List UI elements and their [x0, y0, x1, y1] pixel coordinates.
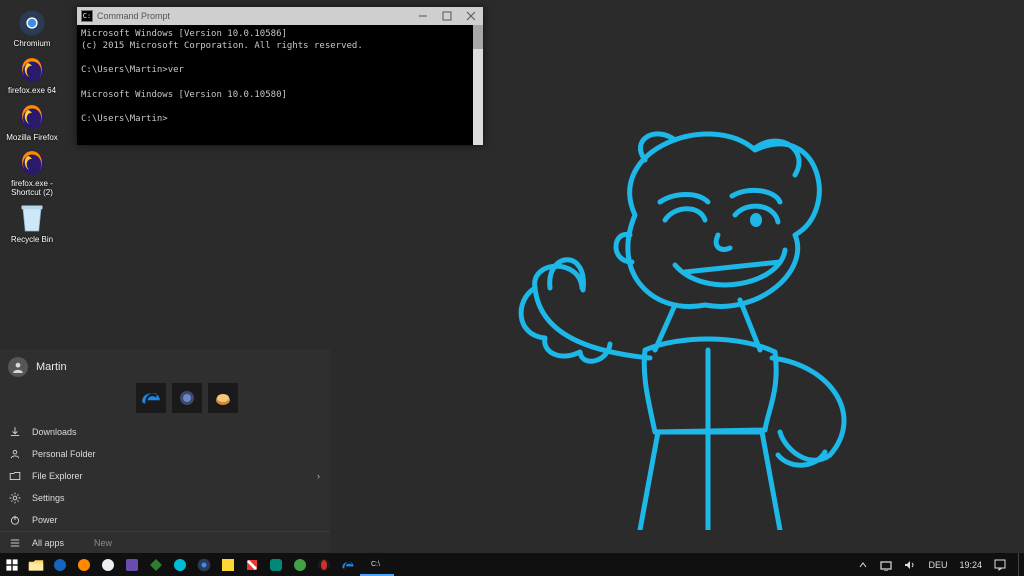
recycle-bin-icon — [17, 204, 47, 234]
taskbar-app-teal[interactable] — [264, 553, 288, 576]
desktop-icon-chromium[interactable]: Chromium — [4, 6, 60, 53]
start-item-file-explorer[interactable]: File Explorer › — [0, 465, 330, 487]
cmd-titlebar[interactable]: C: Command Prompt — [77, 7, 483, 25]
taskbar-app-white[interactable] — [96, 553, 120, 576]
action-center-icon[interactable] — [990, 553, 1010, 576]
user-avatar-icon — [8, 357, 28, 377]
desktop-icon-recycle-bin[interactable]: Recycle Bin — [4, 202, 60, 249]
taskbar-app-green2[interactable] — [288, 553, 312, 576]
tile-edge[interactable] — [136, 383, 166, 413]
show-desktop-button[interactable] — [1018, 553, 1022, 576]
chevron-right-icon: › — [317, 471, 320, 481]
start-item-all-apps[interactable]: All apps — [0, 532, 90, 554]
network-icon[interactable] — [876, 553, 896, 576]
cmd-icon: C: — [81, 10, 93, 22]
start-item-label: Power — [32, 515, 58, 525]
wallpaper-character — [480, 100, 900, 530]
tile-app-3[interactable] — [208, 383, 238, 413]
close-button[interactable] — [459, 7, 483, 25]
taskbar-app-cyan[interactable] — [168, 553, 192, 576]
start-new-label: New — [90, 538, 112, 548]
start-item-label: Settings — [32, 493, 65, 503]
cmd-output[interactable]: Microsoft Windows [Version 10.0.10586] (… — [77, 25, 483, 145]
start-menu: Martin Downloads Personal Folder File Ex… — [0, 349, 330, 553]
desktop-icon-firefox-shortcut[interactable]: firefox.exe - Shortcut (2) — [4, 146, 60, 202]
download-icon — [8, 426, 22, 438]
start-item-power[interactable]: Power — [0, 509, 330, 531]
start-item-personal-folder[interactable]: Personal Folder — [0, 443, 330, 465]
chromium-icon — [17, 8, 47, 38]
start-user-name: Martin — [36, 361, 67, 373]
start-item-settings[interactable]: Settings — [0, 487, 330, 509]
start-button[interactable] — [0, 553, 24, 576]
start-item-label: Downloads — [32, 427, 77, 437]
language-indicator[interactable]: DEU — [924, 553, 951, 576]
start-tiles — [0, 383, 330, 413]
desktop-icon-label: Chromium — [2, 40, 62, 49]
cmd-title: Command Prompt — [97, 11, 411, 21]
minimize-button[interactable] — [411, 7, 435, 25]
taskbar-app-green[interactable] — [144, 553, 168, 576]
desktop-icon-label: firefox.exe - Shortcut (2) — [2, 180, 62, 198]
taskbar: C:\ DEU 19:24 — [0, 553, 1024, 576]
desktop-icon-label: Mozilla Firefox — [2, 134, 62, 143]
desktop-icon-firefox[interactable]: Mozilla Firefox — [4, 100, 60, 147]
desktop-icons: Chromium firefox.exe 64 Mozilla Firefox … — [4, 6, 68, 249]
start-item-label: Personal Folder — [32, 449, 96, 459]
power-icon — [8, 514, 22, 526]
systray-overflow[interactable] — [854, 553, 872, 576]
taskbar-app-red[interactable] — [240, 553, 264, 576]
taskbar-explorer[interactable] — [24, 553, 48, 576]
taskbar-cmd-running[interactable]: C:\ — [360, 553, 394, 576]
folder-user-icon — [8, 448, 22, 460]
maximize-button[interactable] — [435, 7, 459, 25]
desktop-icon-firefox64[interactable]: firefox.exe 64 — [4, 53, 60, 100]
desktop-icon-label: Recycle Bin — [2, 236, 62, 245]
all-apps-icon — [8, 537, 22, 549]
start-item-label: All apps — [32, 538, 64, 548]
volume-icon[interactable] — [900, 553, 920, 576]
start-item-downloads[interactable]: Downloads — [0, 421, 330, 443]
firefox-icon — [17, 55, 47, 85]
cmd-window[interactable]: C: Command Prompt Microsoft Windows [Ver… — [77, 7, 483, 145]
cmd-scrollbar[interactable] — [473, 25, 483, 49]
taskbar-edge[interactable] — [336, 553, 360, 576]
svg-text:C:\: C:\ — [371, 561, 380, 568]
start-user[interactable]: Martin — [0, 349, 330, 385]
tile-app-2[interactable] — [172, 383, 202, 413]
start-item-label: File Explorer — [32, 471, 83, 481]
taskbar-app-purple[interactable] — [120, 553, 144, 576]
clock[interactable]: 19:24 — [955, 553, 986, 576]
desktop-icon-label: firefox.exe 64 — [2, 87, 62, 96]
gear-icon — [8, 492, 22, 504]
firefox-icon — [17, 102, 47, 132]
taskbar-app-orange[interactable] — [72, 553, 96, 576]
explorer-icon — [8, 470, 22, 482]
taskbar-app-blue[interactable] — [48, 553, 72, 576]
taskbar-app-opera[interactable] — [312, 553, 336, 576]
taskbar-app-yellow[interactable] — [216, 553, 240, 576]
taskbar-chromium[interactable] — [192, 553, 216, 576]
firefox-icon — [17, 148, 47, 178]
